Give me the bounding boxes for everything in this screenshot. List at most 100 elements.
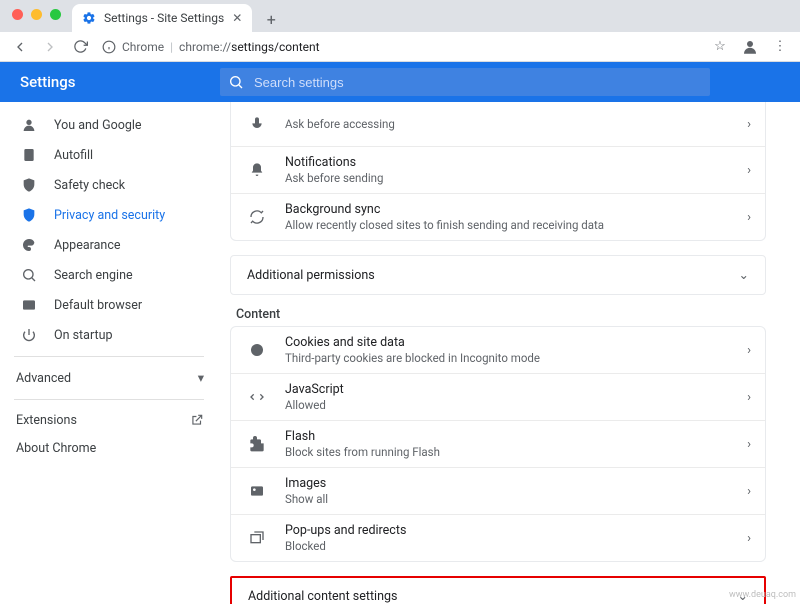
row-subtitle: Ask before sending bbox=[285, 171, 729, 185]
toolbar: Chrome | chrome://settings/content ☆ ⋮ bbox=[0, 32, 800, 62]
content-card: Cookies and site dataThird-party cookies… bbox=[230, 326, 766, 562]
forward-button bbox=[38, 35, 62, 59]
sidebar-label: Privacy and security bbox=[54, 208, 165, 223]
minimize-window[interactable] bbox=[31, 9, 42, 20]
row-subtitle: Show all bbox=[285, 492, 729, 506]
advanced-label: Advanced bbox=[16, 371, 71, 386]
sidebar-item-startup[interactable]: On startup bbox=[0, 320, 218, 350]
settings-page: You and Google Autofill Safety check Pri… bbox=[0, 102, 800, 604]
row-images[interactable]: ImagesShow all › bbox=[231, 467, 765, 514]
address-bar[interactable]: Chrome | chrome://settings/content bbox=[98, 36, 702, 58]
row-javascript[interactable]: JavaScriptAllowed › bbox=[231, 373, 765, 420]
row-subtitle: Blocked bbox=[285, 539, 729, 553]
row-title: Images bbox=[285, 476, 729, 491]
tab-strip: Settings - Site Settings ✕ + bbox=[0, 0, 800, 32]
menu-icon[interactable]: ⋮ bbox=[768, 35, 792, 59]
maximize-window[interactable] bbox=[50, 9, 61, 20]
sidebar-item-default-browser[interactable]: Default browser bbox=[0, 290, 218, 320]
sidebar-label: You and Google bbox=[54, 118, 142, 133]
content-heading: Content bbox=[230, 295, 766, 326]
watermark: www.deuaq.com bbox=[729, 590, 796, 600]
sidebar-item-autofill[interactable]: Autofill bbox=[0, 140, 218, 170]
sidebar-advanced[interactable]: Advanced ▾ bbox=[0, 363, 218, 393]
sidebar-item-safety[interactable]: Safety check bbox=[0, 170, 218, 200]
chevron-down-icon: ▾ bbox=[198, 370, 204, 386]
chevron-right-icon: › bbox=[747, 117, 751, 132]
info-icon bbox=[102, 40, 116, 54]
code-icon bbox=[247, 389, 267, 405]
sidebar-item-appearance[interactable]: Appearance bbox=[0, 230, 218, 260]
additional-permissions[interactable]: Additional permissions ⌄ bbox=[230, 255, 766, 295]
row-subtitle: Allow recently closed sites to finish se… bbox=[285, 218, 729, 232]
additional-content-label: Additional content settings bbox=[248, 589, 397, 604]
shield-icon bbox=[20, 207, 38, 223]
bookmark-icon[interactable]: ☆ bbox=[708, 35, 732, 59]
back-button[interactable] bbox=[8, 35, 32, 59]
tab-title: Settings - Site Settings bbox=[104, 11, 224, 25]
new-tab-button[interactable]: + bbox=[258, 6, 284, 32]
row-title: Flash bbox=[285, 429, 729, 444]
url-path: settings/content bbox=[231, 40, 319, 54]
bell-icon bbox=[247, 162, 267, 178]
profile-icon[interactable] bbox=[738, 35, 762, 59]
row-background-sync[interactable]: Background syncAllow recently closed sit… bbox=[231, 193, 765, 240]
settings-header: Settings bbox=[0, 62, 800, 102]
row-cookies[interactable]: Cookies and site dataThird-party cookies… bbox=[231, 327, 765, 373]
sidebar-label: Appearance bbox=[54, 238, 121, 253]
sync-icon bbox=[247, 209, 267, 225]
settings-content: Ask before accessing › NotificationsAsk … bbox=[218, 102, 800, 604]
permissions-card: Ask before accessing › NotificationsAsk … bbox=[230, 102, 766, 241]
sidebar-label: Autofill bbox=[54, 148, 93, 163]
search-icon bbox=[228, 74, 244, 90]
web-icon bbox=[20, 297, 38, 313]
search-settings[interactable] bbox=[220, 68, 710, 96]
popup-icon bbox=[247, 530, 267, 546]
sidebar-item-privacy[interactable]: Privacy and security bbox=[0, 200, 218, 230]
browser-tab[interactable]: Settings - Site Settings ✕ bbox=[72, 4, 252, 32]
assignment-icon bbox=[20, 147, 38, 163]
power-icon bbox=[20, 327, 38, 343]
open-in-new-icon bbox=[190, 413, 204, 427]
row-subtitle: Block sites from running Flash bbox=[285, 445, 729, 459]
extensions-label: Extensions bbox=[16, 413, 77, 428]
palette-icon bbox=[20, 237, 38, 253]
additional-content-settings[interactable]: Additional content settings ⌄ bbox=[230, 576, 766, 604]
row-notifications[interactable]: NotificationsAsk before sending › bbox=[231, 146, 765, 193]
sidebar-label: Safety check bbox=[54, 178, 125, 193]
additional-permissions-label: Additional permissions bbox=[247, 268, 375, 283]
sidebar-about[interactable]: About Chrome bbox=[0, 434, 218, 462]
sidebar-label: Default browser bbox=[54, 298, 142, 313]
sidebar-extensions[interactable]: Extensions bbox=[0, 406, 218, 434]
mic-icon bbox=[247, 116, 267, 132]
row-title: Notifications bbox=[285, 155, 729, 170]
sidebar-item-search[interactable]: Search engine bbox=[0, 260, 218, 290]
omnibox-scheme: Chrome bbox=[122, 40, 164, 54]
sidebar-item-you[interactable]: You and Google bbox=[0, 110, 218, 140]
cookie-icon bbox=[247, 342, 267, 358]
row-subtitle: Third-party cookies are blocked in Incog… bbox=[285, 351, 729, 365]
row-subtitle: Allowed bbox=[285, 398, 729, 412]
chevron-right-icon: › bbox=[747, 390, 751, 405]
row-flash[interactable]: FlashBlock sites from running Flash › bbox=[231, 420, 765, 467]
gear-icon bbox=[82, 11, 96, 25]
row-title: Background sync bbox=[285, 202, 729, 217]
window-controls bbox=[12, 9, 61, 20]
image-icon bbox=[247, 483, 267, 499]
close-tab-icon[interactable]: ✕ bbox=[232, 11, 242, 25]
sidebar-label: On startup bbox=[54, 328, 112, 343]
chevron-right-icon: › bbox=[747, 531, 751, 546]
url-prefix: chrome:// bbox=[179, 40, 231, 54]
sidebar: You and Google Autofill Safety check Pri… bbox=[0, 102, 218, 604]
search-input[interactable] bbox=[254, 75, 702, 90]
row-microphone[interactable]: Ask before accessing › bbox=[231, 102, 765, 146]
app-title: Settings bbox=[0, 73, 220, 91]
row-popups[interactable]: Pop-ups and redirectsBlocked › bbox=[231, 514, 765, 561]
search-icon bbox=[20, 267, 38, 283]
person-icon bbox=[20, 117, 38, 133]
sidebar-label: Search engine bbox=[54, 268, 133, 283]
row-title: JavaScript bbox=[285, 382, 729, 397]
about-label: About Chrome bbox=[16, 441, 96, 456]
close-window[interactable] bbox=[12, 9, 23, 20]
row-title: Pop-ups and redirects bbox=[285, 523, 729, 538]
reload-button[interactable] bbox=[68, 35, 92, 59]
